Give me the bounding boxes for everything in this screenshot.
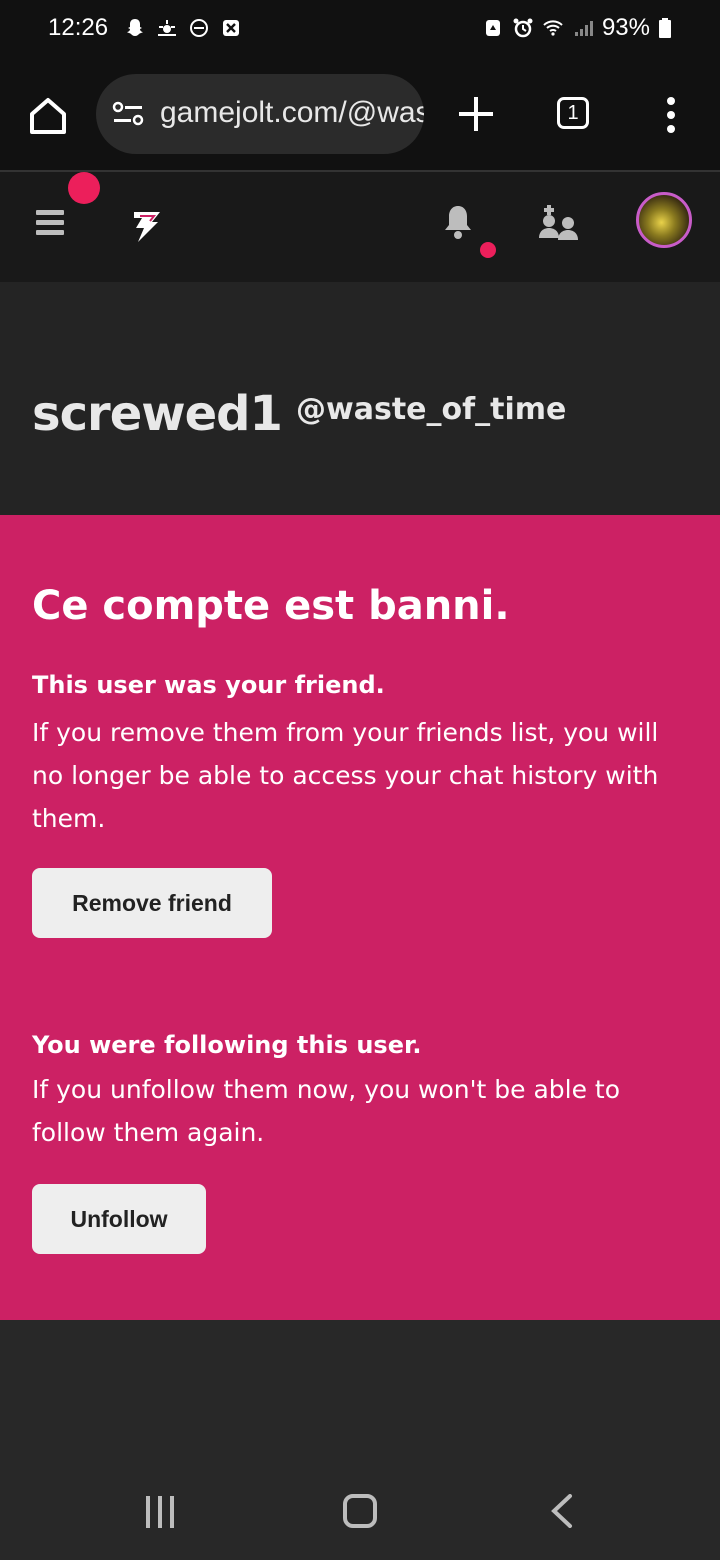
weather-icon	[158, 20, 176, 36]
gamejolt-logo-icon[interactable]	[126, 206, 166, 246]
site-navbar	[0, 172, 720, 282]
browser-toolbar: gamejolt.com/@waste_of_time 1	[0, 60, 720, 172]
banned-notice: Ce compte est banni. This user was your …	[0, 515, 720, 1320]
wifi-icon	[543, 20, 563, 36]
remove-friend-button[interactable]: Remove friend	[32, 868, 272, 938]
app-notification-icon	[223, 20, 239, 36]
status-bar: 12:26 93%	[0, 0, 720, 60]
system-navigation-bar	[0, 1460, 720, 1560]
menu-icon[interactable]	[36, 210, 64, 236]
status-time: 12:26	[48, 14, 109, 41]
recents-icon[interactable]	[144, 1496, 176, 1528]
home-nav-icon[interactable]	[343, 1494, 377, 1528]
profile-header: screwed1 @waste_of_time	[0, 282, 720, 515]
snapchat-icon	[127, 19, 143, 36]
site-settings-icon[interactable]	[112, 100, 144, 128]
status-system-icons: 93%	[482, 14, 672, 42]
profile-display-name: screwed1	[32, 386, 283, 442]
menu-notification-dot	[68, 172, 100, 204]
follow-description: If you unfollow them now, you won't be a…	[32, 1075, 621, 1147]
home-icon[interactable]	[26, 94, 70, 138]
signal-icon	[574, 21, 593, 36]
user-avatar[interactable]	[636, 192, 692, 248]
more-options-icon[interactable]	[664, 96, 678, 134]
alarm-icon	[513, 18, 533, 38]
recycle-icon	[485, 20, 500, 36]
banned-title: Ce compte est banni.	[32, 583, 510, 629]
url-text[interactable]: gamejolt.com/@waste_of_time	[160, 96, 424, 130]
friend-requests-icon[interactable]	[538, 204, 580, 242]
tab-switcher-button[interactable]: 1	[557, 97, 589, 129]
follow-heading: You were following this user.	[32, 1031, 422, 1059]
status-notification-icons	[124, 17, 242, 39]
do-not-disturb-icon	[190, 19, 208, 37]
friend-heading: This user was your friend.	[32, 671, 385, 699]
new-tab-icon[interactable]	[456, 94, 496, 134]
notification-dot	[480, 242, 496, 258]
address-bar[interactable]: gamejolt.com/@waste_of_time	[96, 74, 424, 154]
unfollow-button[interactable]: Unfollow	[32, 1184, 206, 1254]
back-icon[interactable]	[550, 1494, 574, 1528]
battery-icon	[659, 18, 671, 38]
battery-percentage: 93%	[601, 14, 650, 41]
friend-description: If you remove them from your friends lis…	[32, 718, 659, 833]
profile-username: @waste_of_time	[296, 392, 567, 427]
notifications-bell-icon[interactable]	[442, 202, 474, 242]
